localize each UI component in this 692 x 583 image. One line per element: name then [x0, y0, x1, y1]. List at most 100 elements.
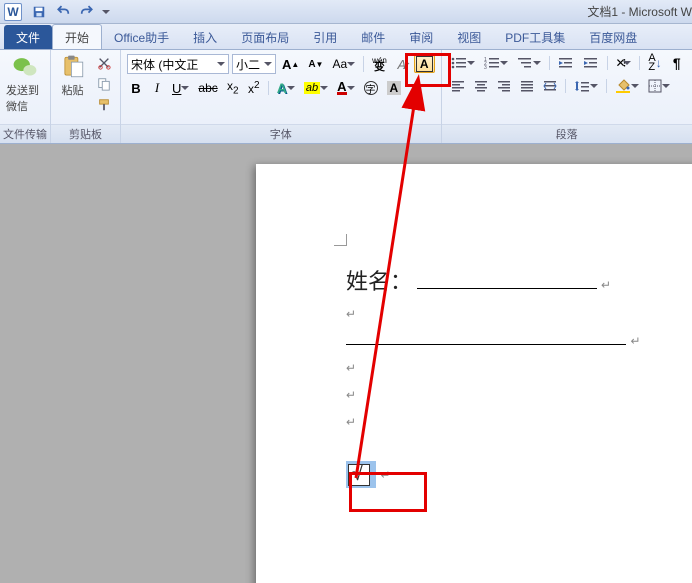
page[interactable]: 姓名： ↵ ↵ ↵ ↵ ↵ ↵ ↵	[256, 164, 692, 583]
text-effects-button[interactable]: A	[274, 79, 298, 97]
increase-indent-button[interactable]	[580, 54, 602, 72]
strikethrough-button[interactable]: abc	[195, 79, 220, 97]
clear-formatting-button[interactable]: A̷	[393, 55, 411, 73]
justify-button[interactable]	[517, 77, 537, 95]
line-spacing-button[interactable]	[571, 77, 601, 95]
tab-page-layout[interactable]: 页面布局	[229, 25, 301, 49]
enclosed-char-button[interactable]: 字	[361, 79, 381, 97]
group-paragraph-label: 段落	[442, 124, 692, 143]
quick-access-toolbar	[30, 3, 110, 21]
save-button[interactable]	[30, 3, 48, 21]
char-shading-button[interactable]: A	[384, 79, 405, 97]
bold-button[interactable]: B	[127, 79, 145, 97]
paragraph-name-line[interactable]: 姓名： ↵	[346, 264, 692, 296]
asian-layout-button[interactable]: ✕⁝	[613, 54, 635, 72]
align-right-icon	[497, 79, 511, 93]
font-color-button[interactable]: A	[334, 79, 357, 97]
tab-insert[interactable]: 插入	[181, 25, 229, 49]
align-center-button[interactable]	[471, 77, 491, 95]
align-left-button[interactable]	[448, 77, 468, 95]
chevron-down-icon	[181, 84, 189, 92]
format-painter-button[interactable]	[94, 96, 114, 114]
font-size-value: 小二	[236, 56, 260, 73]
subscript-button[interactable]: x2	[224, 79, 242, 97]
horizontal-rule	[346, 344, 626, 345]
shading-button[interactable]	[612, 77, 642, 95]
paragraph-empty[interactable]: ↵	[346, 410, 692, 431]
highlight-button[interactable]: ab	[301, 79, 331, 97]
word-icon: W	[4, 3, 22, 21]
pinyin-guide-button[interactable]: wén变	[369, 55, 390, 73]
font-name-value: 宋体 (中文正	[131, 56, 198, 73]
document-title: 文档1 - Microsoft W	[587, 3, 692, 20]
bucket-icon	[615, 79, 631, 93]
bullets-button[interactable]	[448, 54, 478, 72]
checkbox-selection[interactable]	[346, 461, 376, 488]
font-size-selector[interactable]: 小二	[232, 54, 276, 74]
tab-review[interactable]: 审阅	[397, 25, 445, 49]
underline-button[interactable]: U	[169, 79, 192, 97]
group-file-transfer: 发送到微信 文件传输	[0, 50, 51, 143]
numbering-button[interactable]: 123	[481, 54, 511, 72]
chevron-down-icon	[347, 84, 355, 92]
copy-button[interactable]	[94, 75, 114, 93]
indent-icon	[583, 56, 599, 70]
name-label: 姓名：	[346, 269, 412, 294]
borders-button[interactable]	[645, 77, 673, 95]
copy-icon	[97, 77, 111, 91]
grow-font-button[interactable]: A▲	[279, 55, 302, 73]
show-marks-button[interactable]: ¶	[668, 54, 686, 72]
document-area[interactable]: 姓名： ↵ ↵ ↵ ↵ ↵ ↵ ↵	[0, 144, 692, 583]
font-name-selector[interactable]: 宋体 (中文正	[127, 54, 229, 74]
align-center-icon	[474, 79, 488, 93]
sort-button[interactable]: AZ↓	[645, 54, 664, 72]
paragraph-hr[interactable]: ↵	[346, 329, 692, 350]
tab-office-assistant[interactable]: Office助手	[102, 25, 181, 49]
chevron-down-icon	[347, 60, 355, 68]
paragraph-mark: ↵	[601, 278, 611, 292]
bullets-icon	[451, 56, 467, 70]
multilevel-list-button[interactable]	[514, 54, 544, 72]
line-spacing-icon	[574, 79, 590, 93]
title-bar: W 文档1 - Microsoft W	[0, 0, 692, 24]
ribbon: 发送到微信 文件传输 粘贴 剪贴板 宋体 (中文正	[0, 50, 692, 144]
group-clipboard-label: 剪贴板	[51, 124, 120, 143]
distributed-button[interactable]	[540, 77, 560, 95]
paragraph-checkbox[interactable]: ↵	[346, 461, 692, 488]
shrink-font-button[interactable]: A▼	[305, 55, 326, 73]
redo-button[interactable]	[78, 3, 96, 21]
paste-button[interactable]: 粘贴	[57, 54, 88, 98]
wechat-icon	[12, 54, 38, 80]
tab-mailings[interactable]: 邮件	[349, 25, 397, 49]
group-paragraph: 123 ✕⁝ AZ↓ ¶	[442, 50, 692, 143]
send-to-wechat-button[interactable]: 发送到微信	[6, 54, 44, 114]
group-font-label: 字体	[121, 124, 441, 143]
tab-home[interactable]: 开始	[52, 24, 102, 49]
undo-button[interactable]	[54, 3, 72, 21]
clipboard-icon	[60, 54, 86, 80]
group-clipboard: 粘贴 剪贴板	[51, 50, 121, 143]
tab-references[interactable]: 引用	[301, 25, 349, 49]
tab-baidu-disk[interactable]: 百度网盘	[577, 25, 649, 49]
align-right-button[interactable]	[494, 77, 514, 95]
paragraph-empty[interactable]: ↵	[346, 302, 692, 323]
paragraph-empty[interactable]: ↵	[346, 356, 692, 377]
character-border-button[interactable]: A	[414, 55, 435, 73]
tab-pdf-tools[interactable]: PDF工具集	[493, 25, 577, 49]
tab-file[interactable]: 文件	[4, 25, 52, 49]
change-case-button[interactable]: Aa	[329, 55, 358, 73]
ribbon-tabbar: 文件 开始 Office助手 插入 页面布局 引用 邮件 审阅 视图 PDF工具…	[0, 24, 692, 50]
outdent-icon	[558, 56, 574, 70]
qat-dropdown-icon[interactable]	[102, 8, 110, 16]
justify-icon	[520, 79, 534, 93]
cut-button[interactable]	[94, 54, 114, 72]
superscript-button[interactable]: x2	[245, 79, 263, 97]
checkbox-bordered-char	[348, 464, 370, 486]
decrease-indent-button[interactable]	[555, 54, 577, 72]
paragraph-empty[interactable]: ↵	[346, 383, 692, 404]
tab-view[interactable]: 视图	[445, 25, 493, 49]
italic-button[interactable]: I	[148, 79, 166, 97]
chevron-down-icon	[320, 84, 328, 92]
name-underline-field[interactable]	[417, 271, 597, 289]
send-to-wechat-label: 发送到微信	[6, 82, 44, 114]
